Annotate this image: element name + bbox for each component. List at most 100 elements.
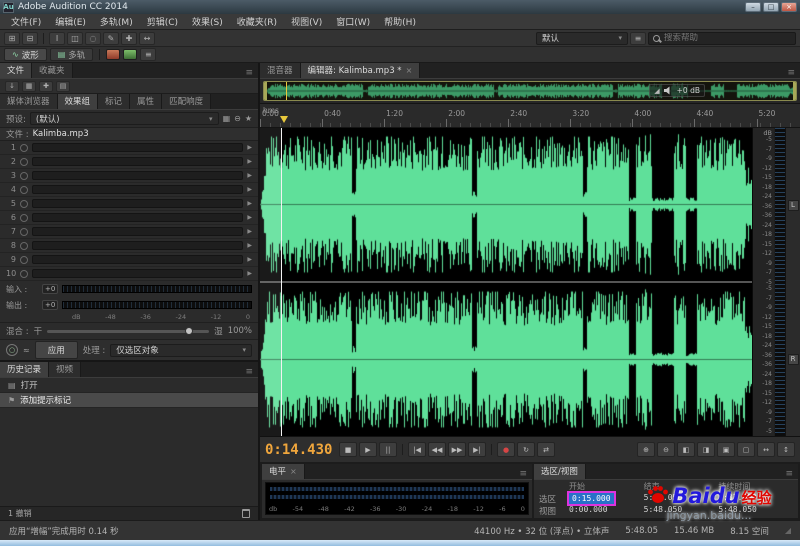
fast-forward-button[interactable]: ▶▶ xyxy=(448,442,466,457)
menu-edit[interactable]: 编辑(E) xyxy=(48,15,93,28)
slot-field[interactable] xyxy=(32,143,243,152)
mix-slider-knob[interactable] xyxy=(185,327,193,335)
zoom-in-left-edge-button[interactable]: ◧ xyxy=(677,442,695,457)
slot-power-icon[interactable] xyxy=(20,186,28,194)
slot-field[interactable] xyxy=(32,199,243,208)
playhead-line[interactable] xyxy=(281,128,282,436)
close-tab-icon[interactable]: × xyxy=(290,467,297,476)
display-menu-icon[interactable]: ≡ xyxy=(140,48,156,61)
zoom-full-button[interactable]: ▢ xyxy=(737,442,755,457)
slot-power-icon[interactable] xyxy=(20,270,28,278)
effect-slot[interactable]: 9▶ xyxy=(0,253,258,267)
slot-menu-arrow-icon[interactable]: ▶ xyxy=(247,214,252,221)
slot-menu-arrow-icon[interactable]: ▶ xyxy=(247,242,252,249)
output-gain-value[interactable]: +0 xyxy=(42,300,58,310)
slot-field[interactable] xyxy=(32,227,243,236)
menu-help[interactable]: 帮助(H) xyxy=(377,15,423,28)
lasso-selection-tool-icon[interactable]: ◌ xyxy=(85,32,101,45)
menu-file[interactable]: 文件(F) xyxy=(4,15,48,28)
tab-levels[interactable]: 电平 × xyxy=(262,464,305,479)
slot-power-icon[interactable] xyxy=(20,172,28,180)
tab-files[interactable]: 文件 xyxy=(0,63,32,78)
menu-effects[interactable]: 效果(S) xyxy=(185,15,230,28)
zoom-in-button[interactable]: ⊕ xyxy=(637,442,655,457)
slot-menu-arrow-icon[interactable]: ▶ xyxy=(247,228,252,235)
input-gain-value[interactable]: +0 xyxy=(42,284,58,294)
workspace-menu-icon[interactable]: ≡ xyxy=(630,32,646,45)
history-item-open[interactable]: ▤ 打开 xyxy=(0,378,258,393)
effect-slot[interactable]: 2▶ xyxy=(0,155,258,169)
timeline-ruler[interactable]: hms 0:000:401:202:002:403:204:004:405:20 xyxy=(260,103,800,128)
resize-grip-icon[interactable]: ◢ xyxy=(785,526,791,535)
overview-right-handle[interactable] xyxy=(793,82,796,100)
close-button[interactable]: × xyxy=(781,2,797,12)
process-dropdown[interactable]: 仅选区对象 ▾ xyxy=(110,344,252,357)
tab-markers[interactable]: 标记 xyxy=(98,94,130,109)
spot-healing-tool-icon[interactable]: ✚ xyxy=(121,32,137,45)
slot-power-icon[interactable] xyxy=(20,214,28,222)
import-file-icon[interactable]: ↓ xyxy=(5,81,19,92)
menu-clip[interactable]: 剪辑(C) xyxy=(140,15,185,28)
tab-editor[interactable]: 编辑器: Kalimba.mp3 * × xyxy=(301,63,421,78)
time-selection-tool-icon[interactable]: I xyxy=(49,32,65,45)
playhead-caret-icon[interactable] xyxy=(280,116,288,127)
waveform-mode-button[interactable]: ∿ 波形 xyxy=(4,48,47,61)
slot-field[interactable] xyxy=(32,269,243,278)
tab-match-loudness[interactable]: 匹配响度 xyxy=(162,94,211,109)
zoom-out-button[interactable]: ⊖ xyxy=(657,442,675,457)
slot-power-icon[interactable] xyxy=(20,228,28,236)
effect-slot[interactable]: 7▶ xyxy=(0,225,258,239)
panel-menu-icon[interactable]: ≡ xyxy=(240,367,258,377)
menu-view[interactable]: 视图(V) xyxy=(284,15,329,28)
move-to-next-button[interactable]: ▶| xyxy=(468,442,486,457)
menu-favorites[interactable]: 收藏夹(R) xyxy=(230,15,284,28)
vertical-zoom-button[interactable]: ↕ xyxy=(777,442,795,457)
delete-preset-icon[interactable]: ⊖ xyxy=(234,114,241,123)
slot-menu-arrow-icon[interactable]: ▶ xyxy=(247,144,252,151)
slot-field[interactable] xyxy=(32,213,243,222)
new-file-icon[interactable]: ▦ xyxy=(22,81,36,92)
workspace-dropdown[interactable]: 默认 ▾ xyxy=(536,32,628,45)
mix-slider[interactable] xyxy=(47,330,209,333)
slot-power-icon[interactable] xyxy=(20,242,28,250)
trash-icon[interactable] xyxy=(242,509,250,518)
effect-slot[interactable]: 8▶ xyxy=(0,239,258,253)
slot-field[interactable] xyxy=(32,185,243,194)
panel-menu-icon[interactable]: ≡ xyxy=(782,68,800,78)
rewind-button[interactable]: ◀◀ xyxy=(428,442,446,457)
pause-button[interactable]: || xyxy=(379,442,397,457)
marquee-selection-tool-icon[interactable]: ◫ xyxy=(67,32,83,45)
waveform-display[interactable] xyxy=(260,128,752,436)
slot-menu-arrow-icon[interactable]: ▶ xyxy=(247,172,252,179)
left-channel-waveform[interactable] xyxy=(260,128,752,281)
tab-media-browser[interactable]: 媒体浏览器 xyxy=(0,94,58,109)
rack-settings-icon[interactable]: ≈ xyxy=(23,346,30,355)
move-tool-icon[interactable]: ↔ xyxy=(139,32,155,45)
slot-power-icon[interactable] xyxy=(20,256,28,264)
preset-dropdown[interactable]: (默认) ▾ xyxy=(30,112,219,125)
effect-slot[interactable]: 1▶ xyxy=(0,141,258,155)
minimize-button[interactable]: – xyxy=(745,2,761,12)
panel-menu-icon[interactable]: ≡ xyxy=(240,68,258,78)
overview-waveform[interactable] xyxy=(264,82,796,100)
effect-slot[interactable]: 3▶ xyxy=(0,169,258,183)
record-button[interactable]: ● xyxy=(497,442,515,457)
slot-power-icon[interactable] xyxy=(20,158,28,166)
horizontal-zoom-button[interactable]: ↔ xyxy=(757,442,775,457)
workspace-grid-icon[interactable]: ⊞ xyxy=(4,32,20,45)
help-search-box[interactable] xyxy=(648,32,796,45)
tab-effects-rack[interactable]: 效果组 xyxy=(58,94,99,109)
slot-field[interactable] xyxy=(32,157,243,166)
slot-menu-arrow-icon[interactable]: ▶ xyxy=(247,186,252,193)
slot-field[interactable] xyxy=(32,241,243,250)
tab-favorites[interactable]: 收藏夹 xyxy=(32,63,73,78)
zoom-to-selection-button[interactable]: ▣ xyxy=(717,442,735,457)
menu-window[interactable]: 窗口(W) xyxy=(329,15,377,28)
workspace-grid2-icon[interactable]: ⊟ xyxy=(22,32,38,45)
slot-menu-arrow-icon[interactable]: ▶ xyxy=(247,158,252,165)
tab-history[interactable]: 历史记录 xyxy=(0,362,49,377)
slot-menu-arrow-icon[interactable]: ▶ xyxy=(247,256,252,263)
tab-mixer[interactable]: 混音器 xyxy=(260,63,301,78)
panel-menu-icon[interactable]: ≡ xyxy=(514,469,532,479)
save-preset-icon[interactable]: ▦ xyxy=(223,114,231,123)
